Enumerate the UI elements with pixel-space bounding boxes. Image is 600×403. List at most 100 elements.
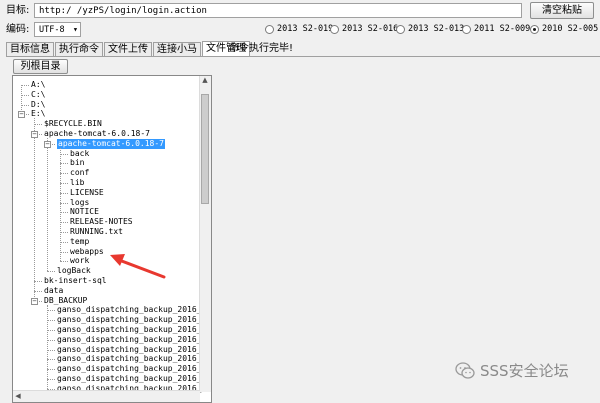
tree-connector: [60, 261, 68, 263]
tree-node[interactable]: ganso_dispatching_backup_2016_06_: [57, 354, 211, 364]
tree-node[interactable]: ganso_dispatching_backup_2016_06_: [57, 325, 211, 335]
tree-connector: [60, 241, 68, 243]
tree-node[interactable]: NOTICE: [70, 207, 99, 217]
tree-guide-line: [21, 85, 22, 115]
tree-node[interactable]: lib: [70, 178, 84, 188]
version-radio-4[interactable]: 2010 S2-005: [530, 24, 598, 34]
tree-node[interactable]: ganso_dispatching_backup_2016_06_: [57, 315, 211, 325]
tree-node[interactable]: ganso_dispatching_backup_2016_06_: [57, 364, 211, 374]
scroll-left-icon[interactable]: ◀: [13, 392, 23, 401]
tree-connector: [47, 310, 55, 312]
file-tree[interactable]: A:\ C:\ D:\ E:\ − $RECYCLE.BIN apache-tomcat-6…: [12, 75, 212, 403]
tree-guide-line: [34, 118, 35, 301]
tree-node[interactable]: logs: [70, 198, 89, 208]
tree-node[interactable]: $RECYCLE.BIN: [44, 119, 102, 129]
tree-connector: [60, 192, 68, 194]
tree-node[interactable]: ganso_dispatching_backup_2016_06_: [57, 345, 211, 355]
tree-connector: [21, 104, 29, 106]
chevron-down-icon: ▾: [72, 25, 78, 35]
tree-connector: [34, 290, 42, 292]
tree-node[interactable]: conf: [70, 168, 89, 178]
tree-node[interactable]: ganso_dispatching_backup_2016_06_: [57, 335, 211, 345]
clear-paste-button[interactable]: 清空粘贴: [530, 2, 594, 19]
tree-connector: [60, 202, 68, 204]
tree-connector: [47, 330, 55, 331]
tree-vertical-scrollbar[interactable]: ▲: [199, 76, 211, 392]
tree-node[interactable]: C:\: [31, 90, 45, 100]
tree-connector: [34, 124, 42, 126]
target-url-input[interactable]: http:/ /yzPS/login/login.action: [34, 3, 522, 18]
tree-node[interactable]: D:\: [31, 100, 45, 110]
tree-connector: [60, 222, 68, 224]
tree-node[interactable]: logBack: [57, 266, 91, 276]
tree-node[interactable]: A:\: [31, 80, 45, 90]
tree-node-selected[interactable]: apache-tomcat-6.0.18-7: [57, 138, 165, 149]
tree-connector: [34, 281, 42, 282]
tab-1[interactable]: 执行命令: [55, 42, 103, 57]
tab-3[interactable]: 连接小马: [153, 42, 201, 57]
tree-connector: [60, 212, 68, 214]
scroll-up-icon[interactable]: ▲: [200, 76, 210, 85]
tree-connector: [47, 339, 55, 341]
tree-connector: [60, 183, 68, 184]
tree-node[interactable]: RUNNING.txt: [70, 227, 123, 237]
tree-horizontal-scrollbar[interactable]: ◀: [13, 390, 200, 402]
tree-connector: [47, 271, 55, 273]
radio-dot-icon: [265, 24, 274, 34]
tab-0[interactable]: 目标信息: [6, 42, 54, 57]
collapse-icon[interactable]: −: [44, 140, 51, 148]
tree-guide-line: [60, 147, 61, 262]
tree-connector: [60, 251, 68, 253]
tree-connector: [60, 232, 68, 233]
version-radio-1[interactable]: 2013 S2-016: [330, 24, 398, 34]
version-radio-0[interactable]: 2013 S2-019: [265, 24, 333, 34]
watermark: SSS安全论坛: [455, 360, 569, 381]
tree-node[interactable]: LICENSE: [70, 188, 104, 198]
tree-node[interactable]: DB_BACKUP: [44, 296, 87, 306]
tree-node[interactable]: back: [70, 149, 89, 159]
tree-guide-line: [47, 304, 48, 389]
tree-node[interactable]: apache-tomcat-6.0.18-7: [44, 129, 150, 139]
encoding-select[interactable]: UTF-8 ▾: [34, 22, 81, 37]
wechat-icon: [455, 361, 475, 379]
version-radio-label: 2011 S2-009: [474, 24, 531, 34]
status-text: 命令执行完毕!: [229, 43, 294, 54]
version-radio-label: 2013 S2-013: [408, 24, 465, 34]
encoding-value: UTF-8: [39, 25, 65, 35]
tree-connector: [47, 359, 55, 361]
target-label: 目标:: [6, 5, 30, 16]
radio-dot-icon: [330, 24, 339, 34]
tree-scroll-thumb[interactable]: [201, 94, 209, 204]
encoding-label: 编码:: [6, 24, 30, 35]
version-radio-3[interactable]: 2011 S2-009: [462, 24, 530, 34]
version-radio-label: 2010 S2-005: [542, 24, 599, 34]
tree-node[interactable]: temp: [70, 237, 89, 247]
tree-node[interactable]: ganso_dispatching_backup_2016_06_: [57, 374, 211, 384]
tree-node[interactable]: RELEASE-NOTES: [70, 217, 133, 227]
tree-node[interactable]: ganso_dispatching_backup_2016_06_: [57, 305, 211, 315]
tree-node[interactable]: work: [70, 256, 89, 266]
radio-dot-icon: [462, 24, 471, 34]
tree-node[interactable]: bk-insert-sql: [44, 276, 107, 286]
tree-connector: [60, 163, 68, 165]
tree-connector: [60, 153, 68, 155]
collapse-icon[interactable]: −: [31, 297, 38, 305]
tree-connector: [47, 320, 55, 322]
tree-guide-line: [47, 138, 48, 272]
radio-dot-icon: [396, 24, 405, 34]
annotation-arrow-icon: [110, 254, 166, 279]
version-radio-label: 2013 S2-019: [277, 24, 334, 34]
tree-node[interactable]: webapps: [70, 247, 104, 257]
version-radio-2[interactable]: 2013 S2-013: [396, 24, 464, 34]
tab-2[interactable]: 文件上传: [104, 42, 152, 57]
tree-connector: [47, 369, 55, 371]
list-root-button[interactable]: 列根目录: [13, 59, 68, 74]
tree-connector: [21, 94, 29, 96]
collapse-icon[interactable]: −: [31, 131, 38, 138]
tab-panel-border: [6, 56, 600, 57]
tree-connector: [47, 379, 55, 380]
tree-connector: [21, 85, 29, 86]
tree-node[interactable]: data: [44, 286, 63, 296]
tree-connector: [60, 173, 68, 175]
tree-node[interactable]: bin: [70, 158, 84, 168]
